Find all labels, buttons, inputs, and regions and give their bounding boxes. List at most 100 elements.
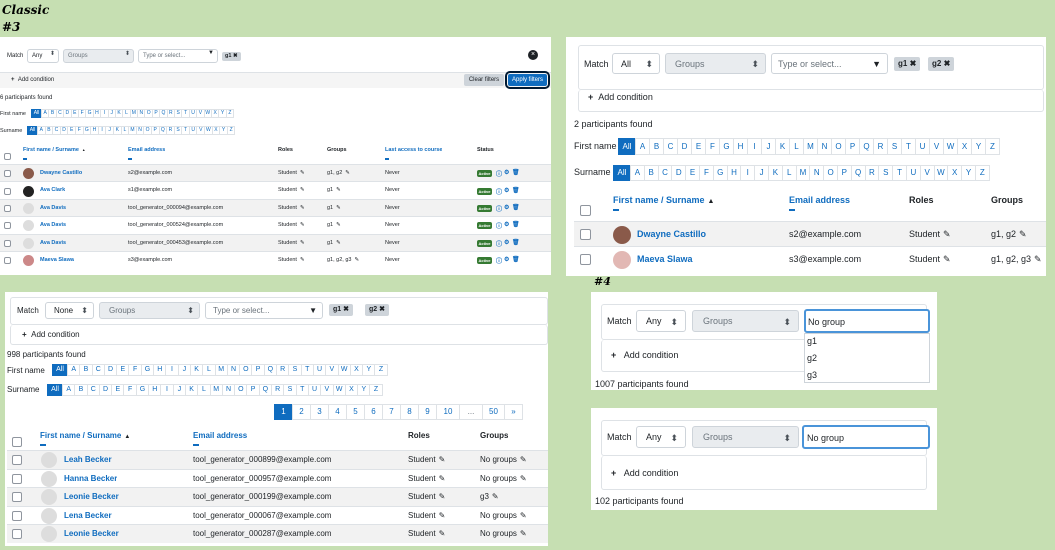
participant-name-link[interactable]: Maeva Slawa [637, 254, 693, 264]
initial-f[interactable]: F [705, 138, 720, 155]
initial-u[interactable]: U [307, 384, 322, 396]
filter-pill-g1[interactable]: g1 ✖ [222, 52, 241, 61]
initial-e[interactable]: E [116, 364, 130, 376]
column-name-header[interactable]: First name / Surname ▲ [613, 195, 714, 205]
page-8[interactable]: 8 [400, 404, 419, 420]
participant-name-link[interactable]: Dwayne Castillo [637, 229, 706, 239]
group-search-input[interactable]: No group [802, 425, 930, 449]
row-checkbox[interactable] [4, 222, 11, 230]
match-select[interactable]: None ⬍ [45, 302, 94, 319]
initial-r[interactable]: R [864, 165, 880, 181]
row-checkbox[interactable] [12, 455, 22, 466]
participant-name-link[interactable]: Ava Davis [40, 222, 66, 228]
gear-icon[interactable]: ⚙ [504, 187, 509, 194]
page-50[interactable]: 50 [482, 404, 505, 420]
row-checkbox[interactable] [12, 510, 22, 521]
pencil-icon[interactable]: ✎ [336, 240, 341, 246]
column-name-header[interactable]: First name / Surname ▲ [23, 147, 85, 153]
gear-icon[interactable]: ⚙ [504, 256, 509, 263]
trash-icon[interactable]: 🗑 [512, 204, 520, 211]
initial-z[interactable]: Z [369, 384, 383, 396]
initial-h[interactable]: H [153, 364, 167, 376]
participant-name-link[interactable]: Ava Davis [40, 205, 66, 211]
initial-k[interactable]: K [775, 138, 790, 155]
initial-f[interactable]: F [698, 165, 714, 181]
initial-all[interactable]: All [52, 364, 68, 376]
gear-icon[interactable]: ⚙ [504, 204, 509, 211]
initial-g[interactable]: G [135, 384, 150, 396]
add-condition-button[interactable]: + Add condition [22, 330, 80, 339]
collapse-dash[interactable] [613, 209, 620, 211]
page-10[interactable]: 10 [436, 404, 460, 420]
info-icon[interactable]: ⓘ [496, 204, 502, 213]
filter-pill-g1[interactable]: g1 ✖ [894, 57, 921, 71]
pencil-icon[interactable]: ✎ [439, 474, 446, 483]
initial-e[interactable]: E [685, 165, 700, 181]
initial-y[interactable]: Y [357, 384, 371, 396]
initial-c[interactable]: C [663, 138, 678, 155]
row-checkbox[interactable] [4, 187, 11, 195]
initial-r[interactable]: R [271, 384, 285, 396]
initial-y[interactable]: Y [971, 138, 986, 155]
page-2[interactable]: 2 [292, 404, 311, 420]
initial-z[interactable]: Z [374, 364, 388, 376]
pencil-icon[interactable]: ✎ [300, 222, 305, 228]
row-checkbox[interactable] [4, 257, 11, 265]
dropdown-option-g1[interactable]: g1 [807, 336, 817, 346]
participant-name-link[interactable]: Hanna Becker [64, 474, 117, 483]
initial-m[interactable]: M [803, 138, 818, 155]
initial-w[interactable]: W [933, 165, 949, 181]
trash-icon[interactable]: 🗑 [512, 169, 520, 176]
pencil-icon[interactable]: ✎ [439, 492, 446, 501]
initial-s[interactable]: S [283, 384, 297, 396]
participant-name-link[interactable]: Leonie Becker [64, 529, 119, 538]
initial-w[interactable]: W [337, 364, 351, 376]
initial-w[interactable]: W [943, 138, 958, 155]
filter-type-select[interactable]: Groups ⬍ [99, 302, 200, 319]
initial-g[interactable]: G [712, 165, 728, 181]
row-checkbox[interactable] [12, 473, 22, 484]
initial-m[interactable]: M [209, 384, 223, 396]
column-name-header[interactable]: First name / Surname ▲ [40, 431, 130, 440]
initial-f[interactable]: F [128, 364, 142, 376]
initial-d[interactable]: D [677, 138, 692, 155]
select-all-checkbox[interactable] [580, 205, 591, 216]
gear-icon[interactable]: ⚙ [504, 221, 509, 228]
initial-q[interactable]: Q [258, 384, 273, 396]
initial-t[interactable]: T [300, 364, 314, 376]
add-condition-button[interactable]: + Add condition [611, 350, 678, 360]
filter-type-select[interactable]: Groups ⬍ [63, 49, 134, 63]
initial-u[interactable]: U [905, 165, 921, 181]
page-1[interactable]: 1 [274, 404, 293, 420]
match-select[interactable]: Any ⬍ [636, 426, 686, 448]
participant-name-link[interactable]: Maeva Slawa [40, 257, 74, 263]
gear-icon[interactable]: ⚙ [504, 169, 509, 176]
initial-o[interactable]: O [823, 165, 838, 181]
participant-name-link[interactable]: Ava Clark [40, 187, 65, 193]
initial-i[interactable]: I [165, 364, 179, 376]
initial-z[interactable]: Z [974, 165, 990, 181]
initial-j[interactable]: J [761, 138, 776, 155]
participant-name-link[interactable]: Dwayne Castillo [40, 170, 82, 176]
initial-m[interactable]: M [214, 364, 228, 376]
initial-a[interactable]: A [62, 384, 76, 396]
gear-icon[interactable]: ⚙ [504, 239, 509, 246]
match-select[interactable]: Any ⬍ [636, 310, 686, 332]
initial-n[interactable]: N [226, 364, 241, 376]
trash-icon[interactable]: 🗑 [512, 187, 520, 194]
row-checkbox[interactable] [12, 492, 22, 503]
initial-v[interactable]: V [325, 364, 339, 376]
initial-k[interactable]: K [184, 384, 199, 396]
clear-filters-button[interactable]: Clear filters [464, 74, 504, 86]
initial-r[interactable]: R [873, 138, 888, 155]
initial-q[interactable]: Q [263, 364, 278, 376]
initial-a[interactable]: A [67, 364, 81, 376]
select-all-checkbox[interactable] [4, 153, 11, 160]
initial-l[interactable]: L [197, 384, 211, 396]
trash-icon[interactable]: 🗑 [512, 256, 520, 263]
initial-n[interactable]: N [809, 165, 825, 181]
page-6[interactable]: 6 [364, 404, 383, 420]
initial-i[interactable]: I [747, 138, 762, 155]
initial-k[interactable]: K [189, 364, 204, 376]
initial-o[interactable]: O [234, 384, 248, 396]
